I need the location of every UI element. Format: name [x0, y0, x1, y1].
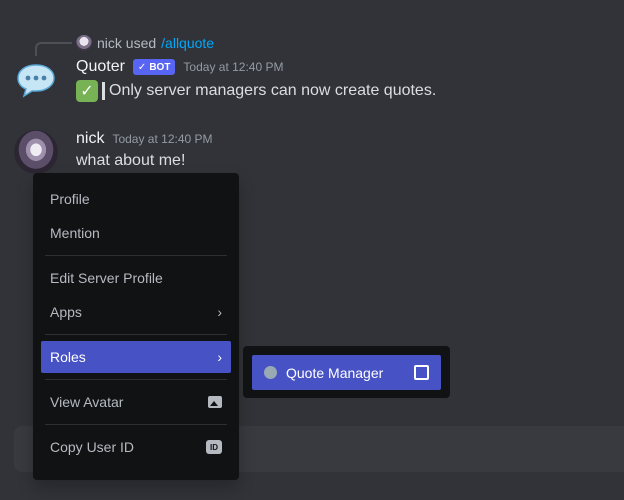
chevron-right-icon: › [217, 349, 222, 365]
menu-item-label: Copy User ID [50, 439, 135, 455]
role-checkbox[interactable] [414, 365, 429, 380]
user-message-text: what about me! [76, 152, 186, 169]
menu-divider [45, 255, 227, 256]
bot-username[interactable]: Quoter [76, 58, 125, 76]
user-message: nick Today at 12:40 PM what about me! [76, 130, 213, 170]
reply-command-link[interactable]: /allquote [161, 35, 214, 51]
bot-message-content: ✓ Only server managers can now create qu… [76, 80, 436, 102]
menu-item-label: Edit Server Profile [50, 270, 163, 286]
menu-item-profile[interactable]: Profile [41, 183, 231, 215]
menu-divider [45, 379, 227, 380]
menu-item-label: Apps [50, 304, 82, 320]
menu-item-roles[interactable]: Roles › [41, 341, 231, 373]
bot-message-header: Quoter ✓ BOT Today at 12:40 PM [76, 58, 436, 76]
role-item-quote-manager[interactable]: Quote Manager [252, 355, 441, 390]
reply-user-avatar [76, 35, 92, 51]
user-message-header: nick Today at 12:40 PM [76, 130, 213, 148]
menu-divider [45, 424, 227, 425]
user-avatar[interactable] [14, 130, 58, 174]
chevron-right-icon: › [217, 304, 222, 320]
menu-item-label: View Avatar [50, 394, 124, 410]
user-username[interactable]: nick [76, 130, 104, 148]
menu-item-label: Roles [50, 349, 86, 365]
menu-divider [45, 334, 227, 335]
menu-item-apps[interactable]: Apps › [41, 296, 231, 328]
image-icon [208, 396, 222, 408]
bot-badge: ✓ BOT [132, 59, 176, 75]
verified-check-icon: ✓ [137, 61, 147, 73]
role-label: Quote Manager [286, 364, 384, 381]
menu-item-edit-server-profile[interactable]: Edit Server Profile [41, 262, 231, 294]
reply-username: nick used [97, 35, 157, 51]
bot-badge-label: BOT [149, 61, 171, 73]
menu-item-view-avatar[interactable]: View Avatar [41, 386, 231, 418]
bot-message-timestamp: Today at 12:40 PM [183, 60, 284, 74]
user-context-menu: Profile Mention Edit Server Profile Apps… [33, 173, 239, 480]
id-badge-icon: ID [206, 440, 222, 454]
reply-connector [35, 42, 72, 56]
roles-submenu: Quote Manager [243, 346, 450, 398]
role-color-dot-icon [264, 366, 277, 379]
reply-reference[interactable]: nick used /allquote [76, 34, 214, 52]
menu-item-label: Profile [50, 191, 90, 207]
bot-avatar-speech-bubble-icon[interactable] [16, 60, 56, 100]
bot-message: Quoter ✓ BOT Today at 12:40 PM ✓ Only se… [76, 58, 436, 102]
check-mark-emoji-icon: ✓ [76, 80, 98, 102]
menu-item-mention[interactable]: Mention [41, 217, 231, 249]
user-message-timestamp: Today at 12:40 PM [112, 132, 213, 146]
menu-item-copy-user-id[interactable]: Copy User ID ID [41, 431, 231, 463]
bot-message-text: Only server managers can now create quot… [109, 82, 437, 99]
separator-bar [102, 82, 105, 100]
menu-item-label: Mention [50, 225, 100, 241]
